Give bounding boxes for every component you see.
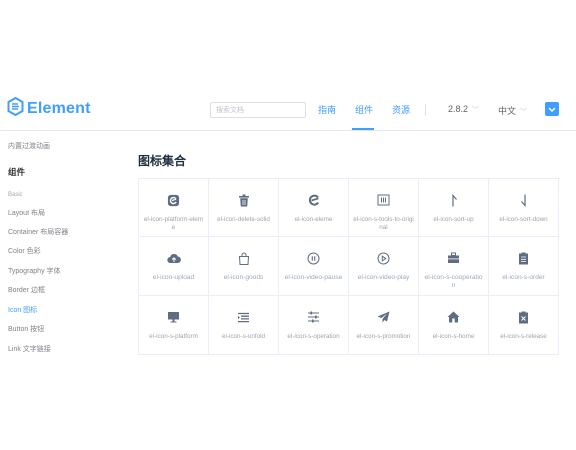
sidebar-item-container[interactable]: Container 布局容器 (8, 227, 68, 237)
sidebar-item-button[interactable]: Button 按钮 (8, 324, 44, 334)
eleme-icon (307, 193, 321, 207)
home-icon (447, 310, 461, 324)
language-select[interactable]: 中文 ﹀ (498, 104, 527, 117)
icon-name: el-icon-s-unfold (221, 333, 266, 340)
sort-up-icon (447, 193, 461, 207)
delete-solid-icon (237, 193, 251, 207)
icon-cell-sort-down[interactable]: el-icon-sort-down (489, 179, 559, 237)
icon-cell-order[interactable]: el-icon-s-order (489, 237, 559, 296)
icon-name: el-icon-goods (223, 274, 264, 281)
logo[interactable]: Element (7, 96, 91, 121)
icon-cell-delete-solid[interactable]: el-icon-delete-solid (209, 179, 279, 237)
icon-name: el-icon-sort-down (499, 216, 548, 223)
icon-name: el-icon-video-pause (284, 274, 343, 281)
icon-cell-unfold[interactable]: el-icon-s-unfold (209, 296, 279, 355)
cooperation-icon (447, 251, 461, 265)
icon-name: el-icon-eleme (294, 216, 333, 223)
icon-cell-promotion[interactable]: el-icon-s-promotion (349, 296, 419, 355)
search-input[interactable]: 搜索文档 (210, 102, 306, 118)
release-icon (517, 310, 531, 324)
icon-name: el-icon-s-tools-to-original (353, 216, 414, 231)
icon-cell-home[interactable]: el-icon-s-home (419, 296, 489, 355)
sidebar-item-link[interactable]: Link 文字链接 (8, 344, 51, 354)
sidebar-item-icon[interactable]: Icon 图标 (8, 305, 37, 315)
video-play-icon (377, 251, 391, 265)
operation-icon (307, 310, 321, 324)
icon-name: el-icon-s-cooperation (424, 274, 483, 289)
icon-name: el-icon-s-home (432, 333, 475, 340)
platform-eleme-icon (167, 193, 181, 207)
icon-cell-to-original[interactable]: el-icon-s-tools-to-original (349, 179, 419, 237)
sidebar-item-typography[interactable]: Typography 字体 (8, 266, 61, 276)
icon-cell-video-pause[interactable]: el-icon-video-pause (279, 237, 349, 296)
video-pause-icon (307, 251, 321, 265)
nav-resources[interactable]: 资源 (392, 104, 410, 116)
sidebar-item-transition[interactable]: 内置过渡动画 (8, 141, 50, 151)
icon-name: el-icon-s-platform (149, 333, 198, 340)
chevron-down-icon: ﹀ (472, 107, 480, 114)
promotion-icon (377, 310, 391, 324)
theme-button[interactable] (545, 102, 559, 116)
divider (425, 104, 426, 116)
icon-name: el-icon-s-release (500, 333, 547, 340)
language-value: 中文 (498, 106, 517, 116)
platform-icon (167, 310, 181, 324)
icon-cell-operation[interactable]: el-icon-s-operation (279, 296, 349, 355)
sort-down-icon (517, 193, 531, 207)
top-navbar: Element 搜索文档 指南 组件 资源 2.8.2 ﹀ 中文 ﹀ (0, 86, 576, 131)
version-select[interactable]: 2.8.2 ﹀ (448, 104, 479, 115)
icon-name: el-icon-s-operation (287, 333, 340, 340)
icon-cell-platform-eleme[interactable]: el-icon-platform-eleme (139, 179, 209, 237)
sidebar-item-border[interactable]: Border 边框 (8, 285, 45, 295)
icon-cell-goods[interactable]: el-icon-goods (209, 237, 279, 296)
version-value: 2.8.2 (448, 104, 469, 114)
icon-cell-release[interactable]: el-icon-s-release (489, 296, 559, 355)
active-nav-indicator (352, 128, 374, 130)
icon-name: el-icon-platform-eleme (143, 216, 204, 231)
icon-cell-cooperation[interactable]: el-icon-s-cooperation (419, 237, 489, 296)
icon-name: el-icon-delete-solid (217, 216, 270, 223)
icon-name: el-icon-s-promotion (356, 333, 411, 340)
goods-icon (237, 251, 251, 265)
unfold-icon (237, 310, 251, 324)
sidebar-item-layout[interactable]: Layout 布局 (8, 208, 45, 218)
order-icon (517, 251, 531, 265)
icon-name: el-icon-upload (152, 274, 195, 281)
sidebar-heading: 组件 (8, 167, 26, 177)
sidebar-group-label: Basic (8, 192, 23, 198)
page-title: 图标集合 (138, 154, 187, 168)
icon-cell-platform[interactable]: el-icon-s-platform (139, 296, 209, 355)
icon-cell-eleme[interactable]: el-icon-eleme (279, 179, 349, 237)
chevron-down-icon (548, 100, 556, 118)
icon-cell-upload[interactable]: el-icon-upload (139, 237, 209, 296)
nav-guide[interactable]: 指南 (318, 104, 336, 116)
upload-icon (166, 251, 181, 265)
logo-text: Element (27, 100, 91, 117)
icon-name: el-icon-video-play (357, 274, 410, 281)
sidebar-item-color[interactable]: Color 色彩 (8, 246, 41, 256)
icon-grid: el-icon-platform-eleme el-icon-delete-so… (138, 178, 560, 355)
icon-name: el-icon-s-order (502, 274, 545, 281)
original-icon (377, 193, 391, 207)
icon-name: el-icon-sort-up (433, 216, 474, 223)
element-logo-icon (7, 96, 24, 121)
icon-cell-sort-up[interactable]: el-icon-sort-up (419, 179, 489, 237)
sidebar: 内置过渡动画 组件 Basic Layout 布局 Container 布局容器… (0, 130, 125, 450)
icon-cell-video-play[interactable]: el-icon-video-play (349, 237, 419, 296)
nav-components[interactable]: 组件 (355, 104, 373, 116)
chevron-down-icon: ﹀ (520, 109, 528, 116)
